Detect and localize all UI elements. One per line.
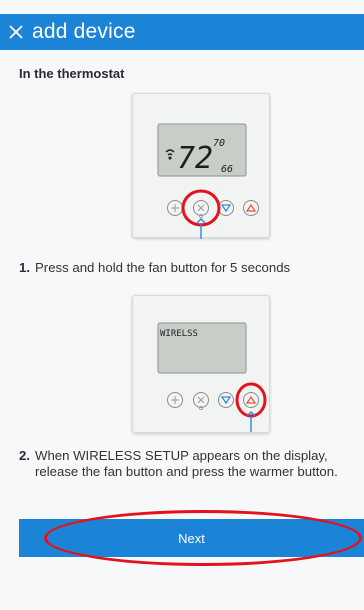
warmer-button [243,392,259,408]
step-2: 2. When WIRELESS SETUP appears on the di… [19,448,339,480]
app-header: add device [0,14,364,50]
page-title: add device [32,20,136,43]
cooler-button [218,392,234,408]
next-button[interactable]: Next [19,519,364,557]
step-text: Press and hold the fan button for 5 seco… [35,260,291,275]
step-text: When WIRELESS SETUP appears on the displ… [35,448,338,479]
section-title: In the thermostat [19,66,125,81]
mode-button [167,200,183,216]
setpoint-high: 70 [213,138,225,149]
fan-button [193,200,209,216]
cooler-button [218,200,234,216]
warmer-button [243,200,259,216]
step-1: 1. Press and hold the fan button for 5 se… [19,260,364,276]
close-button[interactable] [0,14,32,50]
close-icon [9,25,23,39]
mode-button [167,392,183,408]
step-number: 2. [19,448,30,463]
thermostat-fan-illustration: 72 70 66 [132,93,270,239]
setpoint-low: 66 [221,164,233,175]
main-temperature: 72 [177,141,213,176]
lcd-wireless-text: WIRELSS [160,329,198,339]
pointer-arrow-icon [196,218,206,239]
thermostat-warmer-illustration: WIRELSS [132,295,270,433]
step-number: 1. [19,260,30,275]
fan-button [193,392,209,408]
